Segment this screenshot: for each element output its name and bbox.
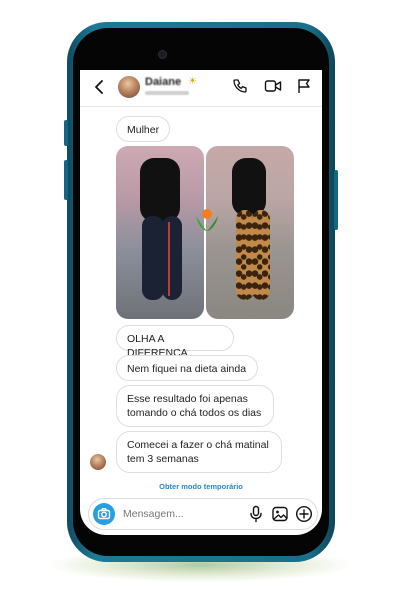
- temporary-mode-link[interactable]: Obter modo temporário: [80, 482, 322, 491]
- camera-icon: [97, 508, 111, 520]
- brand-logo-icon: [196, 209, 218, 231]
- message-bubble: Comecei a fazer o chá matinal tem 3 sema…: [116, 431, 282, 473]
- side-button-left-1: [64, 120, 68, 146]
- plus-circle-icon[interactable]: [295, 505, 313, 528]
- message-input-bar: Mensagem...: [88, 498, 318, 530]
- contact-avatar[interactable]: [118, 76, 140, 98]
- message-bubble: OLHA A DIFERENÇA: [116, 325, 234, 359]
- before-left-leg: [142, 216, 164, 300]
- side-button-right: [334, 170, 338, 230]
- before-right-leg: [162, 216, 182, 300]
- message-bubble: Mulher: [116, 116, 170, 142]
- after-right-leg: [252, 210, 270, 300]
- sender-avatar: [90, 454, 106, 470]
- front-camera: [159, 51, 166, 58]
- camera-button[interactable]: [93, 503, 115, 525]
- contact-username: [145, 91, 189, 95]
- video-icon[interactable]: [264, 78, 282, 99]
- message-text: Nem fiquei na dieta ainda: [127, 363, 247, 375]
- message-text: Esse resultado foi apenas tomando o chá …: [127, 393, 262, 419]
- before-leg-stripe: [168, 222, 170, 296]
- chevron-left-icon[interactable]: [94, 79, 104, 98]
- phone-icon[interactable]: [232, 78, 248, 99]
- before-photo[interactable]: [116, 146, 204, 319]
- message-bubble: Nem fiquei na dieta ainda: [116, 355, 258, 381]
- contact-name-emoji: ☀: [188, 76, 197, 87]
- flag-icon[interactable]: [296, 78, 312, 99]
- contact-name[interactable]: Daiane: [145, 76, 181, 88]
- message-text: Mulher: [127, 124, 160, 136]
- chat-header: Daiane ☀: [80, 70, 322, 107]
- chat-screen: Daiane ☀ Mulher OLHA A DIFERENÇA Nem fiq…: [80, 70, 322, 535]
- before-torso: [140, 158, 180, 222]
- message-input[interactable]: Mensagem...: [123, 508, 184, 520]
- microphone-icon[interactable]: [249, 505, 263, 528]
- image-icon[interactable]: [271, 505, 289, 528]
- side-button-left-2: [64, 160, 68, 200]
- message-bubble: Esse resultado foi apenas tomando o chá …: [116, 385, 274, 427]
- after-torso: [232, 158, 266, 216]
- message-text: Comecei a fazer o chá matinal tem 3 sema…: [127, 439, 269, 465]
